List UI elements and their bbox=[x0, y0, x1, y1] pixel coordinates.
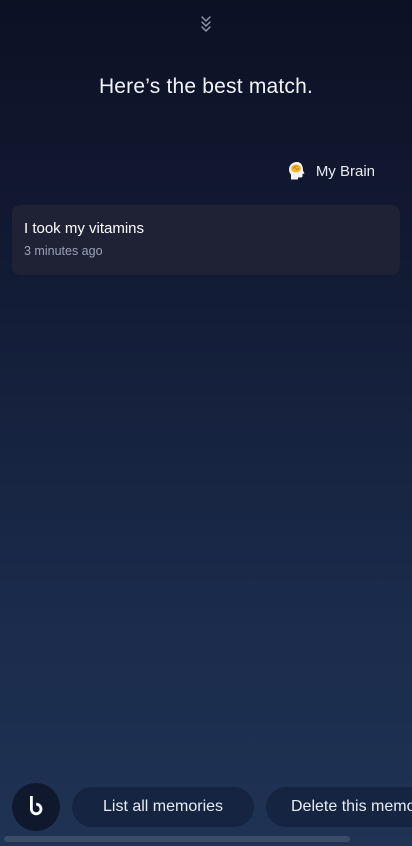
bixby-icon bbox=[30, 796, 43, 816]
bixby-button[interactable] bbox=[12, 783, 60, 831]
list-all-memories-chip[interactable]: List all memories bbox=[72, 787, 254, 827]
collapse-chevron-icon[interactable] bbox=[196, 12, 216, 36]
source-capsule[interactable]: My Brain bbox=[286, 160, 375, 182]
brain-icon bbox=[288, 162, 305, 180]
source-label: My Brain bbox=[315, 162, 375, 180]
memory-title: I took my vitamins bbox=[24, 220, 145, 237]
result-headline: Here’s the best match. bbox=[98, 75, 314, 98]
delete-this-memory-chip[interactable]: Delete this memory bbox=[266, 787, 412, 827]
horizontal-scrollbar[interactable] bbox=[4, 836, 350, 842]
bottom-action-bar: List all memories Delete this memory bbox=[0, 783, 412, 831]
memory-timestamp: 3 minutes ago bbox=[24, 244, 103, 258]
memory-card[interactable]: I took my vitamins 3 minutes ago bbox=[12, 205, 400, 275]
